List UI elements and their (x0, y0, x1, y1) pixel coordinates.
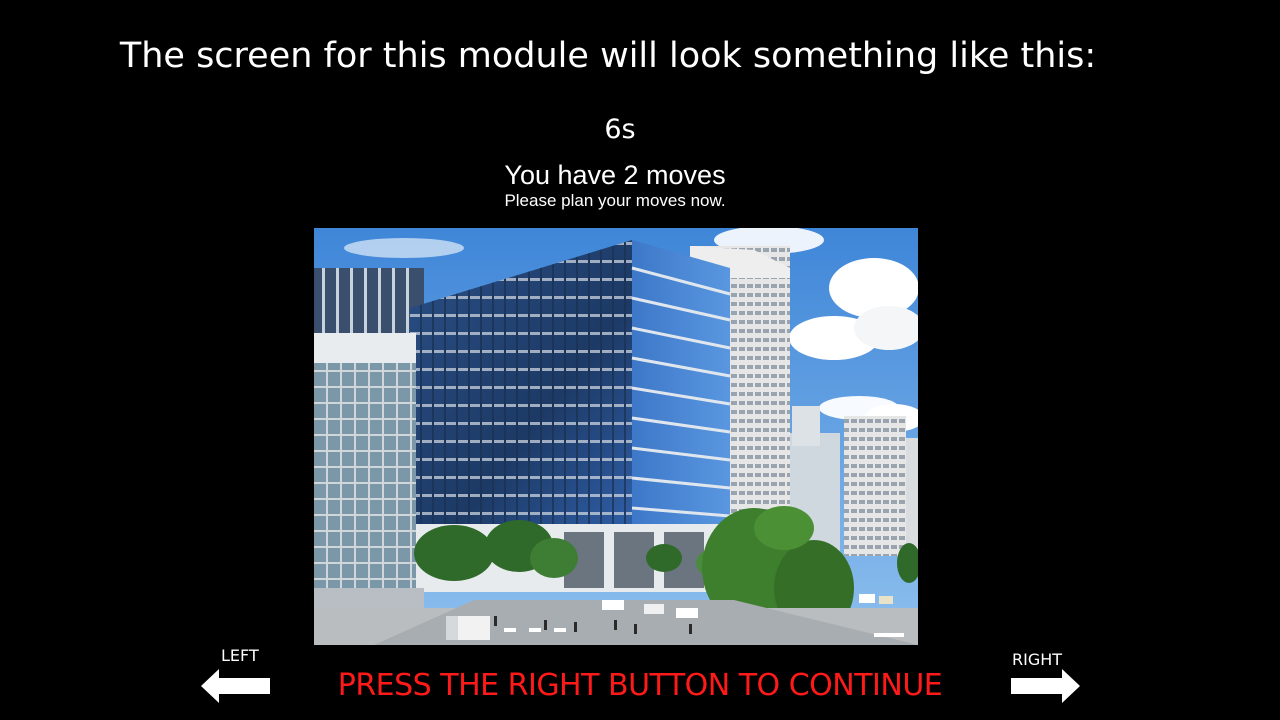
left-label: LEFT (221, 646, 259, 665)
countdown-timer: 6s (604, 114, 636, 145)
continue-prompt: PRESS THE RIGHT BUTTON TO CONTINUE (337, 668, 943, 703)
moves-instruction: Please plan your moves now. (504, 191, 726, 210)
slide-title: The screen for this module will look som… (119, 36, 1097, 76)
arrow-right-icon[interactable] (1011, 669, 1081, 708)
city-buildings-photo (314, 228, 918, 645)
moves-heading: You have 2 moves (504, 160, 726, 190)
right-label: RIGHT (1012, 650, 1063, 669)
arrow-left-icon[interactable] (201, 669, 271, 708)
